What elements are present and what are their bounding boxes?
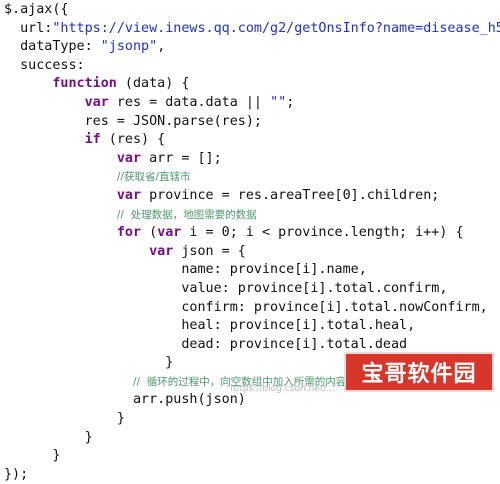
code-line: } [4,429,500,448]
code-line: confirm: province[i].total.nowConfirm, [4,299,500,318]
code-token: res = data.data || [108,94,271,110]
code-block: $.ajax({ url:"https://view.inews.qq.com/… [4,1,500,484]
code-token: heal: province[i].total.heal, [181,318,416,334]
code-line: var province = res.areaTree[0].children; [4,187,500,206]
code-line: var arr = []; [4,150,500,169]
code-line: // 处理数据，地图需要的数据 [4,206,500,225]
code-line: success: [4,57,500,76]
code-keyword: if [84,132,101,148]
code-token: }); [4,466,29,482]
code-token: json = { [173,243,246,259]
code-keyword: var [116,187,142,203]
code-token: i = 0; i < province.length; i++) { [181,225,464,241]
code-token: dead: province[i].total.dead [181,336,408,352]
code-token: value: province[i].total.confirm, [181,280,448,296]
code-keyword: for [116,225,142,241]
code-keyword: var [116,150,142,166]
code-line: }); [4,466,500,484]
code-token: arr.push(json) [133,392,246,408]
code-keyword: var [84,94,109,110]
code-line: $.ajax({ [4,1,500,20]
code-line: function (data) { [4,75,500,94]
code-token: (data) { [116,76,190,92]
code-token: arr = []; [141,150,222,166]
code-line: name: province[i].name, [4,261,500,280]
code-line: heal: province[i].total.heal, [4,317,500,336]
brand-watermark-logo: 宝哥软件园 [344,352,494,392]
code-line: var res = data.data || ""; [4,94,500,113]
code-string: "" [270,94,287,110]
code-line: } [4,447,500,466]
code-token: , [157,39,166,55]
code-comment: // 处理数据，地图需要的数据 [116,208,257,221]
code-keyword: var [157,225,182,241]
code-token: ; [286,94,295,110]
code-token: } [116,411,125,427]
code-line: var json = { [4,243,500,262]
csdn-credit-watermark: https://blog.csdn.net/... [230,384,335,394]
code-line: for (var i = 0; i < province.length; i++… [4,224,500,243]
code-token: (res) { [100,132,166,148]
code-string: "jsonp" [100,39,158,55]
code-line: url:"https://view.inews.qq.com/g2/getOns… [4,20,500,39]
code-token: } [165,355,174,371]
code-line: if (res) { [4,131,500,150]
code-token: res = JSON.parse(res); [84,113,262,129]
code-token: } [84,429,93,445]
code-line: value: province[i].total.confirm, [4,280,500,299]
brand-watermark-text: 宝哥软件园 [361,362,477,387]
code-token: confirm: province[i].total.nowConfirm, [181,299,488,315]
code-token: success: [20,57,85,73]
code-keyword: function [52,76,117,92]
code-string: "https://view.inews.qq.com/g2/getOnsInfo… [52,20,500,36]
code-comment: //获取省/直辖市 [116,171,191,184]
code-token: } [52,448,61,464]
code-token: url: [20,20,53,36]
code-token: ( [141,225,158,241]
code-line: res = JSON.parse(res); [4,113,500,132]
code-line: dataType: "jsonp", [4,38,500,57]
code-token: $.ajax({ [4,2,69,17]
code-token: province = res.areaTree[0].children; [141,187,440,203]
code-keyword: var [149,243,174,259]
code-line: } [4,410,500,429]
code-token: name: province[i].name, [181,262,367,278]
code-line: //获取省/直辖市 [4,168,500,187]
code-token: dataType: [20,39,101,55]
